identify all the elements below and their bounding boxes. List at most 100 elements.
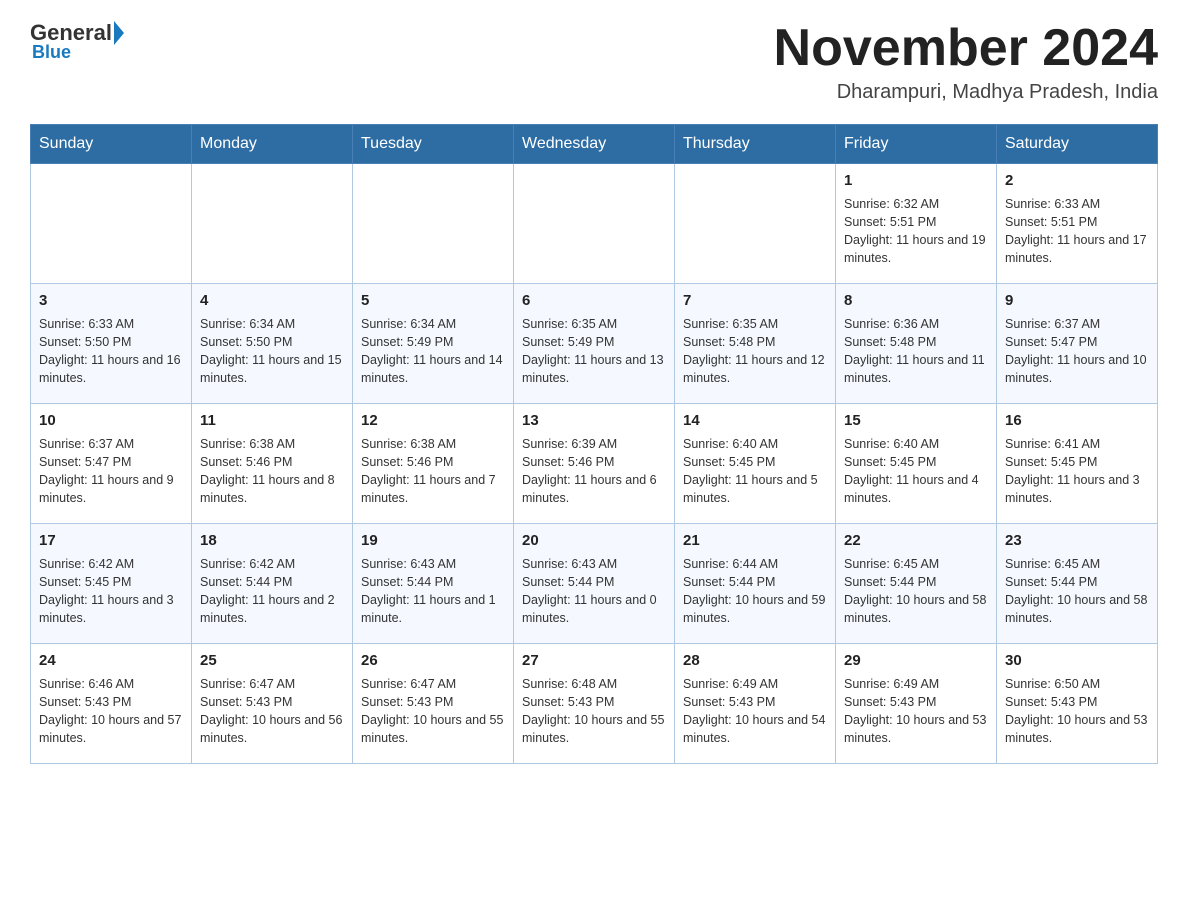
- calendar-cell: [31, 164, 192, 284]
- calendar-cell: 9Sunrise: 6:37 AMSunset: 5:47 PMDaylight…: [997, 284, 1158, 404]
- calendar-cell: 11 Sunrise: 6:38 AMSunset: 5:46 PMDayligh…: [192, 404, 353, 524]
- day-number: 3: [39, 290, 183, 312]
- calendar-cell: [192, 164, 353, 284]
- day-number: 26: [361, 650, 505, 672]
- calendar-week-2: 3 Sunrise: 6:33 AMSunset: 5:50 PMDaylight…: [31, 284, 1158, 404]
- day-number: 7: [683, 290, 827, 312]
- day-info: Sunrise: 6:46 AMSunset: 5:43 PMDaylight:…: [39, 675, 183, 748]
- day-header-friday: Friday: [836, 125, 997, 164]
- calendar-cell: 20 Sunrise: 6:43 AMSunset: 5:44 PMDayligh…: [514, 524, 675, 644]
- day-header-wednesday: Wednesday: [514, 125, 675, 164]
- day-info: Sunrise: 6:40 AMSunset: 5:45 PMDaylight:…: [844, 435, 988, 508]
- logo-blue: Blue: [32, 42, 71, 63]
- day-number: 20: [522, 530, 666, 552]
- day-number: 14: [683, 410, 827, 432]
- day-info: Sunrise: 6:48 AMSunset: 5:43 PMDaylight:…: [522, 675, 666, 748]
- day-number: 25: [200, 650, 344, 672]
- day-header-saturday: Saturday: [997, 125, 1158, 164]
- day-info: Sunrise: 6:43 AMSunset: 5:44 PMDaylight:…: [522, 555, 666, 628]
- day-info: Sunrise: 6:33 AMSunset: 5:51 PMDaylight:…: [1005, 195, 1149, 268]
- day-number: 12: [361, 410, 505, 432]
- day-info: Sunrise: 6:47 AMSunset: 5:43 PMDaylight:…: [361, 675, 505, 748]
- calendar-cell: 25Sunrise: 6:47 AMSunset: 5:43 PMDayligh…: [192, 644, 353, 764]
- calendar-cell: 26 Sunrise: 6:47 AMSunset: 5:43 PMDayligh…: [353, 644, 514, 764]
- calendar-cell: 18Sunrise: 6:42 AMSunset: 5:44 PMDayligh…: [192, 524, 353, 644]
- calendar-week-1: 1 Sunrise: 6:32 AMSunset: 5:51 PMDaylight…: [31, 164, 1158, 284]
- day-info: Sunrise: 6:38 AMSunset: 5:46 PMDaylight:…: [200, 435, 344, 508]
- day-number: 28: [683, 650, 827, 672]
- day-info: Sunrise: 6:42 AMSunset: 5:45 PMDaylight:…: [39, 555, 183, 628]
- calendar-cell: [353, 164, 514, 284]
- calendar-cell: 15Sunrise: 6:40 AMSunset: 5:45 PMDayligh…: [836, 404, 997, 524]
- day-info: Sunrise: 6:49 AMSunset: 5:43 PMDaylight:…: [683, 675, 827, 748]
- day-info: Sunrise: 6:40 AMSunset: 5:45 PMDaylight:…: [683, 435, 827, 508]
- calendar-cell: 23 Sunrise: 6:45 AMSunset: 5:44 PMDayligh…: [997, 524, 1158, 644]
- calendar-week-3: 10 Sunrise: 6:37 AMSunset: 5:47 PMDayligh…: [31, 404, 1158, 524]
- month-title: November 2024: [774, 20, 1158, 77]
- day-info: Sunrise: 6:37 AMSunset: 5:47 PMDaylight:…: [39, 435, 183, 508]
- calendar-week-4: 17 Sunrise: 6:42 AMSunset: 5:45 PMDayligh…: [31, 524, 1158, 644]
- logo-triangle-icon: [114, 21, 124, 45]
- calendar-cell: 13Sunrise: 6:39 AMSunset: 5:46 PMDayligh…: [514, 404, 675, 524]
- calendar-cell: [514, 164, 675, 284]
- day-number: 23: [1005, 530, 1149, 552]
- calendar-cell: 2Sunrise: 6:33 AMSunset: 5:51 PMDaylight…: [997, 164, 1158, 284]
- calendar-header-row: SundayMondayTuesdayWednesdayThursdayFrid…: [31, 125, 1158, 164]
- day-header-thursday: Thursday: [675, 125, 836, 164]
- day-number: 1: [844, 170, 988, 192]
- day-info: Sunrise: 6:50 AMSunset: 5:43 PMDaylight:…: [1005, 675, 1149, 748]
- calendar-cell: 6 Sunrise: 6:35 AMSunset: 5:49 PMDaylight…: [514, 284, 675, 404]
- day-number: 30: [1005, 650, 1149, 672]
- day-number: 6: [522, 290, 666, 312]
- day-info: Sunrise: 6:33 AMSunset: 5:50 PMDaylight:…: [39, 315, 183, 388]
- calendar-cell: 5 Sunrise: 6:34 AMSunset: 5:49 PMDaylight…: [353, 284, 514, 404]
- calendar-cell: 16 Sunrise: 6:41 AMSunset: 5:45 PMDayligh…: [997, 404, 1158, 524]
- day-number: 21: [683, 530, 827, 552]
- day-number: 19: [361, 530, 505, 552]
- location: Dharampuri, Madhya Pradesh, India: [774, 81, 1158, 104]
- calendar-cell: 28 Sunrise: 6:49 AMSunset: 5:43 PMDayligh…: [675, 644, 836, 764]
- day-number: 8: [844, 290, 988, 312]
- calendar-cell: 29 Sunrise: 6:49 AMSunset: 5:43 PMDayligh…: [836, 644, 997, 764]
- calendar-cell: 30 Sunrise: 6:50 AMSunset: 5:43 PMDayligh…: [997, 644, 1158, 764]
- day-info: Sunrise: 6:36 AMSunset: 5:48 PMDaylight:…: [844, 315, 988, 388]
- day-info: Sunrise: 6:42 AMSunset: 5:44 PMDaylight:…: [200, 555, 344, 628]
- day-info: Sunrise: 6:35 AMSunset: 5:49 PMDaylight:…: [522, 315, 666, 388]
- day-number: 16: [1005, 410, 1149, 432]
- calendar-cell: 19 Sunrise: 6:43 AMSunset: 5:44 PMDayligh…: [353, 524, 514, 644]
- day-info: Sunrise: 6:34 AMSunset: 5:50 PMDaylight:…: [200, 315, 344, 388]
- calendar-cell: 12Sunrise: 6:38 AMSunset: 5:46 PMDayligh…: [353, 404, 514, 524]
- calendar-cell: 10 Sunrise: 6:37 AMSunset: 5:47 PMDayligh…: [31, 404, 192, 524]
- calendar-cell: 7 Sunrise: 6:35 AMSunset: 5:48 PMDaylight…: [675, 284, 836, 404]
- day-number: 22: [844, 530, 988, 552]
- day-info: Sunrise: 6:49 AMSunset: 5:43 PMDaylight:…: [844, 675, 988, 748]
- calendar-table: SundayMondayTuesdayWednesdayThursdayFrid…: [30, 124, 1158, 764]
- day-number: 5: [361, 290, 505, 312]
- day-info: Sunrise: 6:43 AMSunset: 5:44 PMDaylight:…: [361, 555, 505, 628]
- day-header-tuesday: Tuesday: [353, 125, 514, 164]
- day-number: 4: [200, 290, 344, 312]
- calendar-cell: 21Sunrise: 6:44 AMSunset: 5:44 PMDayligh…: [675, 524, 836, 644]
- day-info: Sunrise: 6:45 AMSunset: 5:44 PMDaylight:…: [1005, 555, 1149, 628]
- day-number: 24: [39, 650, 183, 672]
- day-info: Sunrise: 6:41 AMSunset: 5:45 PMDaylight:…: [1005, 435, 1149, 508]
- calendar-week-5: 24 Sunrise: 6:46 AMSunset: 5:43 PMDayligh…: [31, 644, 1158, 764]
- calendar-cell: 14 Sunrise: 6:40 AMSunset: 5:45 PMDayligh…: [675, 404, 836, 524]
- day-number: 29: [844, 650, 988, 672]
- title-section: November 2024 Dharampuri, Madhya Pradesh…: [774, 20, 1158, 104]
- day-number: 27: [522, 650, 666, 672]
- calendar-cell: 8 Sunrise: 6:36 AMSunset: 5:48 PMDaylight…: [836, 284, 997, 404]
- day-info: Sunrise: 6:32 AMSunset: 5:51 PMDaylight:…: [844, 195, 988, 268]
- day-info: Sunrise: 6:34 AMSunset: 5:49 PMDaylight:…: [361, 315, 505, 388]
- day-info: Sunrise: 6:35 AMSunset: 5:48 PMDaylight:…: [683, 315, 827, 388]
- day-number: 10: [39, 410, 183, 432]
- day-header-monday: Monday: [192, 125, 353, 164]
- day-number: 17: [39, 530, 183, 552]
- calendar-cell: 24 Sunrise: 6:46 AMSunset: 5:43 PMDayligh…: [31, 644, 192, 764]
- calendar-cell: 4 Sunrise: 6:34 AMSunset: 5:50 PMDaylight…: [192, 284, 353, 404]
- calendar-cell: [675, 164, 836, 284]
- page-header: General Blue November 2024 Dharampuri, M…: [30, 20, 1158, 104]
- calendar-cell: 1 Sunrise: 6:32 AMSunset: 5:51 PMDaylight…: [836, 164, 997, 284]
- day-info: Sunrise: 6:37 AMSunset: 5:47 PMDaylight:…: [1005, 315, 1149, 388]
- day-number: 11: [200, 410, 344, 432]
